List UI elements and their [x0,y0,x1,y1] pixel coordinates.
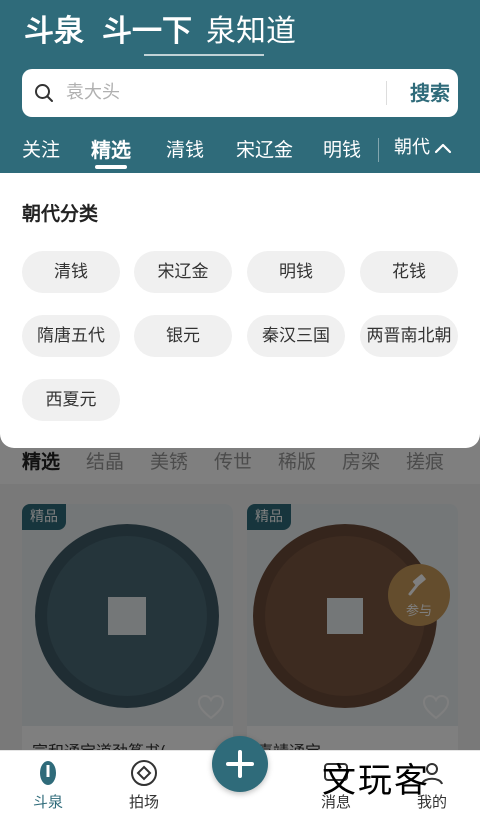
dynasty-toggle[interactable]: 朝代 [394,130,452,166]
search-input[interactable]: 袁大头 [66,69,120,117]
tabs-separator [378,138,379,162]
chip-xixia-yuan[interactable]: 西夏元 [22,379,120,421]
dynasty-toggle-label: 朝代 [394,137,430,158]
panel-title: 朝代分类 [22,203,99,225]
chip-silver-dollar[interactable]: 银元 [134,315,232,357]
auction-icon [131,760,157,786]
tab-featured[interactable]: 精选 [91,130,131,170]
app-header: 斗泉 斗一下 泉知道 袁大头 搜索 关注 精选 清钱 宋辽金 明钱 朝代 [0,0,480,173]
logo-decoration [144,54,264,56]
search-button[interactable]: 搜索 [402,69,458,117]
search-divider [386,81,387,105]
watermark: 文玩客 [322,761,430,801]
tab-ming-coins[interactable]: 明钱 [323,130,361,170]
chip-song-liao-jin[interactable]: 宋辽金 [134,251,232,293]
nav-doquan[interactable]: 斗泉 [0,751,96,819]
tab-song-liao-jin[interactable]: 宋辽金 [236,130,293,170]
tab-qing-coins[interactable]: 清钱 [166,130,204,170]
chip-qing-coins[interactable]: 清钱 [22,251,120,293]
category-tabs: 关注 精选 清钱 宋辽金 明钱 朝代 [0,130,480,170]
search-bar[interactable]: 袁大头 搜索 [22,69,458,117]
nav-auction[interactable]: 拍场 [96,751,192,819]
app-logo: 斗泉 斗一下 泉知道 [24,10,384,56]
nav-label: 斗泉 [32,793,63,811]
chip-sui-tang-five[interactable]: 隋唐五代 [22,315,120,357]
chevron-up-icon [434,143,452,154]
dynasty-panel: 朝代分类 清钱 宋辽金 明钱 花钱 隋唐五代 银元 秦汉三国 两晋南北朝 西夏元 [0,173,480,448]
nav-label: 拍场 [128,793,159,811]
chip-ming-coins[interactable]: 明钱 [247,251,345,293]
chip-flower-coins[interactable]: 花钱 [360,251,458,293]
slogan: 斗一下 [102,14,192,49]
publish-button[interactable] [212,736,268,792]
chip-jin-north-south[interactable]: 两晋南北朝 [360,315,458,357]
slogan-2: 泉知道 [206,14,296,49]
doquan-icon [40,761,56,785]
logo-text: 斗泉 [24,14,84,49]
plus-icon-v [238,750,242,778]
chip-qin-han-three[interactable]: 秦汉三国 [247,315,345,357]
tab-following[interactable]: 关注 [22,130,60,170]
search-icon [35,84,53,102]
